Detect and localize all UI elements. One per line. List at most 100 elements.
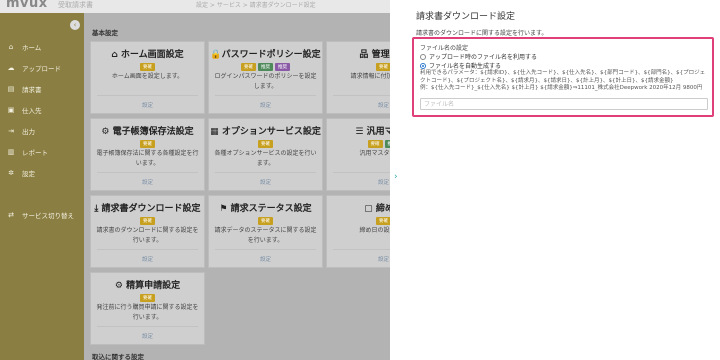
hierarchy-icon: 品	[359, 50, 372, 60]
sidebar-item-label: アップロード	[22, 65, 61, 73]
section-title-transaction: 取込に関する設定	[92, 353, 144, 360]
gear-icon: ✲	[8, 169, 14, 177]
app-name: 受取請求書	[58, 1, 93, 9]
card-description: 電子帳簿保存法に関する各種設定を行います。	[96, 150, 199, 167]
switch-icon: ⇄	[8, 211, 14, 219]
panel-title: 請求書ダウンロード設定	[416, 12, 516, 22]
card-closing-date[interactable]: ▢ 締め日 要確 締め日の設定を行 設定	[326, 195, 390, 268]
download-icon: ⤓	[94, 204, 102, 214]
grid-icon: ▦	[210, 127, 222, 137]
radio-button[interactable]	[420, 53, 426, 60]
section-title-basic: 基本設定	[92, 29, 118, 37]
radio-auto-generate-name[interactable]: ファイル名を自動生成する	[420, 61, 501, 70]
card-settings-link[interactable]: 設定	[327, 178, 390, 186]
sidebar-item-label: サービス切り替え	[22, 212, 74, 220]
settings-main: 基本設定 ⌂ ホーム画面設定 要確 ホーム画面を設定します。 設定 🔒パスワード…	[84, 13, 390, 360]
sidebar-item-supplier[interactable]: ▣ 仕入先	[6, 104, 42, 116]
card-option-service[interactable]: ▦ オプションサービス設定 要確 各種オプションサービスの設定を行います。 設定	[208, 118, 323, 191]
card-title: 請求ステータス設定	[230, 204, 312, 214]
card-title: 管理項目	[371, 50, 390, 60]
gears-icon: ⚙	[101, 127, 113, 137]
card-settings-link[interactable]: 設定	[91, 332, 204, 340]
panel-toggle[interactable]: ›	[390, 0, 406, 360]
sidebar: ‹ ⌂ ホーム ☁ アップロード ▤ 請求書 ▣ 仕入先 ⇥ 出力 ▥ レポート ✲ 設定 ⇄…	[0, 13, 84, 360]
report-icon: ▥	[7, 148, 15, 156]
card-settings-link[interactable]: 設定	[91, 255, 204, 263]
sidebar-item-invoice[interactable]: ▤ 請求書	[6, 83, 42, 95]
card-title: 汎用マスタ	[366, 127, 390, 137]
card-home-settings[interactable]: ⌂ ホーム画面設定 要確 ホーム画面を設定します。 設定	[90, 41, 205, 114]
card-settings-link[interactable]: 設定	[209, 101, 322, 109]
supplier-icon: ▣	[7, 106, 15, 114]
sidebar-item-switch-service[interactable]: ⇄ サービス切り替え	[6, 209, 74, 221]
radio-use-upload-name[interactable]: アップロード時のファイル名を利用する	[420, 52, 537, 61]
logo[interactable]: mvux	[6, 0, 48, 11]
sidebar-item-label: 設定	[22, 170, 35, 178]
status-badge: 要確	[376, 217, 390, 225]
card-title: 精算申請設定	[126, 281, 181, 291]
sidebar-item-label: 仕入先	[22, 107, 42, 115]
card-invoice-download[interactable]: ⤓ 請求書ダウンロード設定 要確 請求書のダウンロードに関する設定を行います。 …	[90, 195, 205, 268]
chevron-left-icon[interactable]: ‹	[70, 20, 80, 30]
calendar-icon: ▢	[364, 204, 376, 214]
status-badge: 要確	[258, 217, 273, 225]
card-settings-link[interactable]: 設定	[209, 178, 322, 186]
top-header: mvux 受取請求書 設定 > サービス > 請求書ダウンロード設定	[0, 0, 400, 13]
sidebar-item-upload[interactable]: ☁ アップロード	[6, 62, 62, 74]
card-settings-link[interactable]: 設定	[91, 178, 204, 186]
card-description: 請求書のダウンロードに関する設定を行います。	[96, 227, 199, 244]
sidebar-item-label: 出力	[22, 128, 35, 136]
upload-icon: ☁	[7, 64, 15, 72]
filename-settings-box: ファイル名の設定 アップロード時のファイル名を利用する ファイル名を自動生成する…	[412, 37, 714, 117]
breadcrumb: 設定 > サービス > 請求書ダウンロード設定	[196, 2, 316, 9]
status-badge: 要確	[140, 140, 155, 148]
sidebar-item-label: 請求書	[22, 86, 42, 94]
card-title: 締め日	[375, 204, 390, 214]
status-badge: 要確	[367, 140, 383, 148]
filename-input[interactable]	[420, 98, 708, 110]
parameter-help: 利用できるパラメータ：${請求ID}、${仕入先コード}、${仕入先名}、${部…	[420, 70, 710, 93]
card-title: オプションサービス設定	[221, 127, 321, 137]
settings-panel: 請求書ダウンロード設定 請求書のダウンロードに関する設定を行います。 ファイル名…	[406, 0, 720, 360]
home-icon: ⌂	[111, 50, 121, 60]
card-description: 請求情報に付加する管理	[350, 73, 390, 80]
panel-description: 請求書のダウンロードに関する設定を行います。	[416, 30, 548, 37]
radio-button[interactable]	[420, 62, 426, 69]
card-settings-link[interactable]: 設定	[327, 255, 390, 263]
chevron-right-icon: ›	[394, 172, 398, 182]
radio-label: ファイル名を自動生成する	[429, 63, 502, 70]
home-icon: ⌂	[8, 43, 14, 51]
status-badge: 推奨	[258, 63, 273, 71]
export-icon: ⇥	[8, 127, 14, 135]
card-expense-application[interactable]: ⚙ 精算申請設定 要確 発注前に行う購買申請に関する設定を行います。 設定	[90, 272, 205, 345]
card-description: 各種オプションサービスの設定を行います。	[214, 150, 317, 167]
card-description: 汎用マスタを設定	[359, 150, 390, 157]
list-icon: ☰	[355, 127, 367, 137]
lock-icon: 🔒	[210, 50, 222, 60]
card-settings-link[interactable]: 設定	[209, 255, 322, 263]
radio-label: アップロード時のファイル名を利用する	[429, 54, 538, 61]
card-settings-link[interactable]: 設定	[327, 101, 390, 109]
sidebar-item-home[interactable]: ⌂ ホーム	[6, 41, 42, 53]
card-management-items[interactable]: 品 管理項目 要確 請求情報に付加する管理 設定	[326, 41, 390, 114]
card-title: ホーム画面設定	[120, 50, 184, 60]
sidebar-item-export[interactable]: ⇥ 出力	[6, 125, 35, 137]
sidebar-item-settings[interactable]: ✲ 設定	[6, 167, 35, 179]
card-e-book-storage[interactable]: ⚙ 電子帳簿保存法設定 要確 電子帳簿保存法に関する各種設定を行います。 設定	[90, 118, 205, 191]
document-icon: ▤	[7, 85, 15, 93]
card-settings-link[interactable]: 設定	[91, 101, 204, 109]
card-description: ログインパスワードのポリシーを設定します。	[214, 73, 317, 90]
sidebar-item-report[interactable]: ▥ レポート	[6, 146, 48, 158]
card-password-policy[interactable]: 🔒パスワードポリシー設定 要確 推奨 推奨 ログインパスワードのポリシーを設定します…	[208, 41, 323, 114]
card-description: 締め日の設定を行	[359, 227, 390, 234]
parameter-list: 利用できるパラメータ：${請求ID}、${仕入先コード}、${仕入先名}、${部…	[420, 70, 706, 84]
card-description: 請求データのステータスに関する設定を行います。	[214, 227, 317, 244]
sidebar-item-label: ホーム	[22, 44, 42, 52]
card-general-master[interactable]: ☰ 汎用マスタ 要確推奨 汎用マスタを設定 設定	[326, 118, 390, 191]
status-badge: 要確	[241, 63, 256, 71]
card-invoice-status[interactable]: ⚑ 請求ステータス設定 要確 請求データのステータスに関する設定を行います。 設…	[208, 195, 323, 268]
signpost-icon: ⚑	[219, 204, 231, 214]
status-badge: 要確	[140, 63, 155, 71]
parameter-example: 例：${仕入先コード}_${仕入先名} ${計上月} ${請求金額}⇒11101…	[420, 85, 703, 91]
status-badge: 要確	[258, 140, 273, 148]
